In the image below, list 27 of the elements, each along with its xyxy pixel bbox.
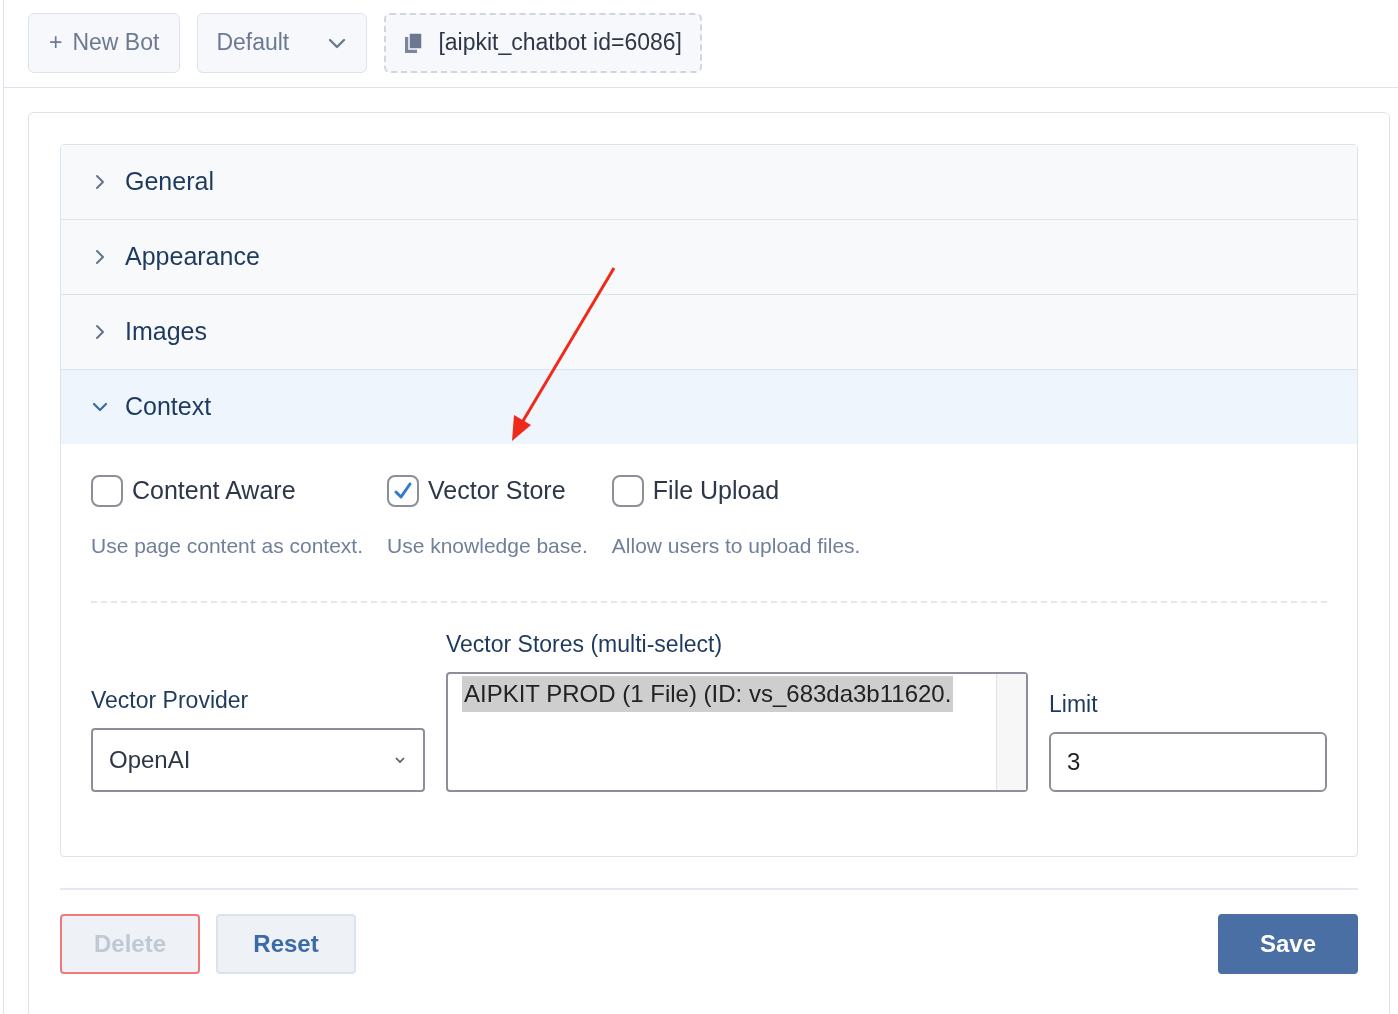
option-description: Allow users to upload files. [611,532,861,559]
copy-icon [404,31,425,54]
option-description: Use knowledge base. [387,532,588,559]
accordion-header[interactable]: Context [61,370,1357,444]
vector-provider-select[interactable]: OpenAI [91,727,425,792]
save-button[interactable]: Save [1218,913,1358,974]
accordion-header[interactable]: Appearance [61,220,1357,294]
checkbox-label: Content Aware [132,475,296,506]
field-label: Vector Provider [91,686,250,715]
accordion-header[interactable]: Images [61,295,1357,369]
shortcode-copy-field[interactable]: [aipkit_chatbot id=6086] [384,12,702,73]
field-label: Limit [1049,690,1099,719]
new-bot-button[interactable]: + New Bot [28,12,181,73]
checkbox[interactable] [387,474,419,507]
accordion-header[interactable]: General [61,145,1357,219]
shortcode-text: [aipkit_chatbot id=6086] [438,28,682,58]
vector-stores-listbox[interactable]: AIPKIT PROD (1 File) (ID: vs_683da3b11620. [446,671,1028,792]
checkbox[interactable] [91,474,123,507]
reset-button[interactable]: Reset [216,913,356,974]
checkbox-label: Vector Store [428,475,566,506]
field-label: Vector Stores (multi-select) [446,630,724,659]
checkbox-label: File Upload [652,475,780,506]
limit-input[interactable]: 3 [1049,731,1327,792]
listbox-option[interactable]: AIPKIT PROD (1 File) (ID: vs_683da3b11620. [462,675,954,712]
bot-select[interactable]: Default [197,12,368,73]
checkbox[interactable] [611,474,644,507]
option-description: Use page content as context. [91,532,363,559]
